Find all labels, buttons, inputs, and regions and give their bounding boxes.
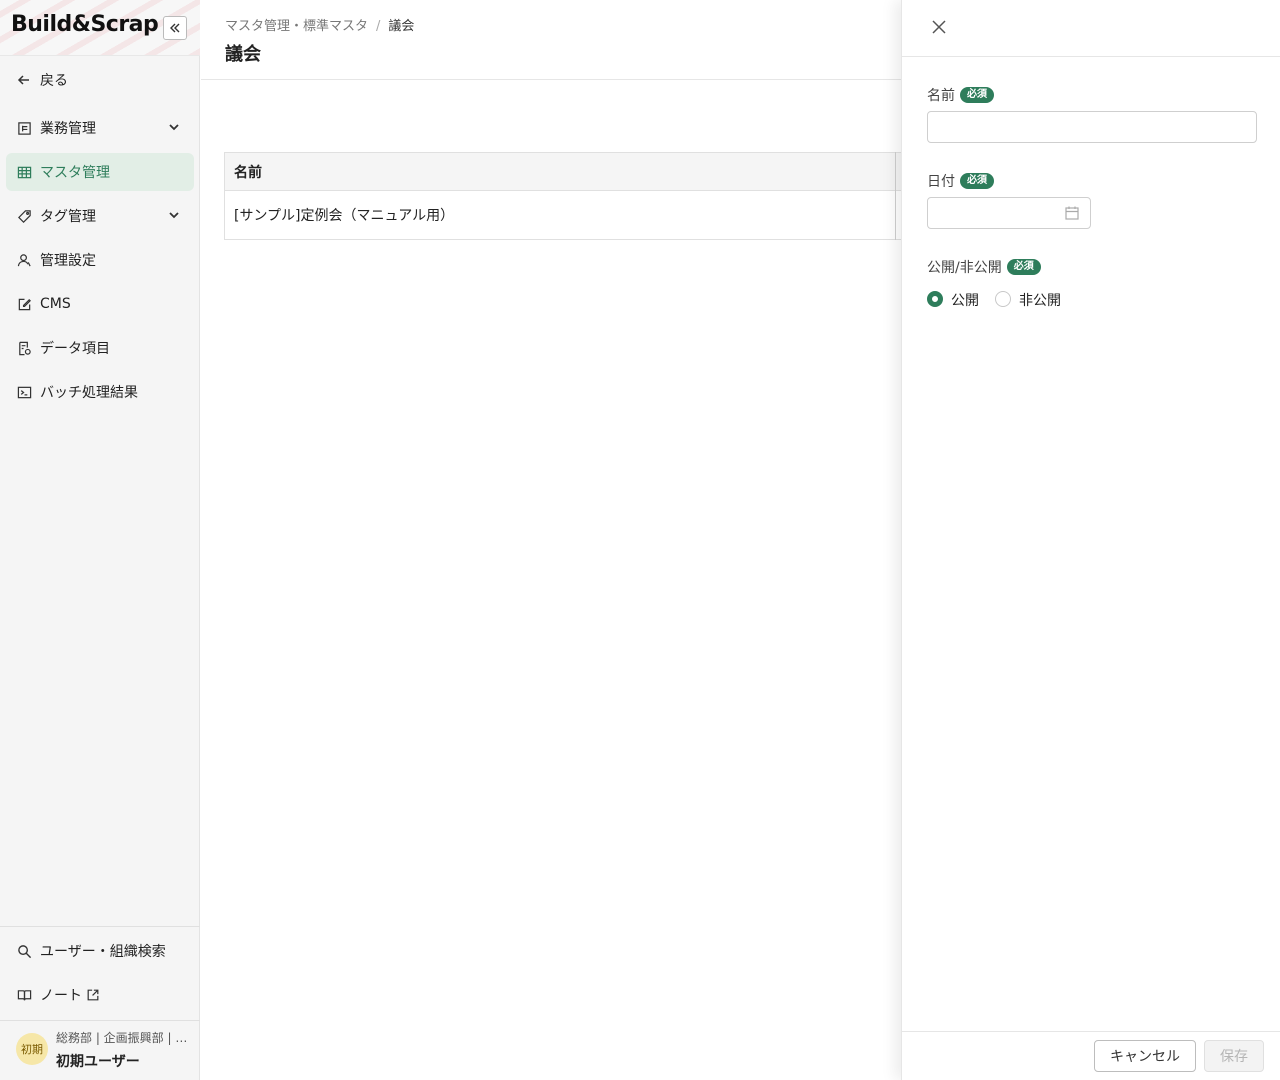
calendar-icon[interactable] (1064, 205, 1080, 221)
sidebar-item-data-items[interactable]: データ項目 (6, 329, 194, 367)
app-logo[interactable]: Build&Scrap (11, 12, 159, 37)
sidebar-item-user-search[interactable]: ユーザー・組織検索 (6, 932, 194, 970)
breadcrumb-item-current: 議会 (388, 19, 415, 34)
date-field-label: 日付 必須 (927, 171, 994, 191)
sidebar-item-notes[interactable]: ノート (6, 976, 194, 1014)
search-icon (16, 943, 32, 959)
sidebar-item-admin-settings[interactable]: 管理設定 (6, 241, 194, 279)
edit-drawer: 名前 必須 日付 必須 公開/非公開 必須 公開 非公開 (901, 0, 1280, 1080)
required-badge: 必須 (960, 173, 994, 189)
edit-icon (16, 296, 32, 312)
sidebar-item-batch-results[interactable]: バッチ処理結果 (6, 373, 194, 411)
sidebar-item-label: 業務管理 (40, 121, 96, 137)
visibility-label: 公開/非公開 (927, 260, 1002, 276)
sidebar-item-label: マスタ管理 (40, 165, 110, 181)
avatar[interactable]: 初期 (16, 1033, 48, 1065)
required-badge: 必須 (960, 87, 994, 103)
table-icon (16, 164, 32, 180)
column-divider (895, 152, 896, 240)
sidebar-item-master[interactable]: マスタ管理 (6, 153, 194, 191)
data-table: 名前 [サンプル]定例会（マニュアル用） (224, 152, 924, 240)
breadcrumb-item-master[interactable]: マスタ管理・標準マスタ (225, 19, 368, 34)
chevron-down-icon (169, 212, 179, 219)
double-chevron-left-icon (170, 23, 180, 33)
sidebar-item-label: ユーザー・組織検索 (40, 944, 166, 960)
sidebar-item-tag[interactable]: タグ管理 (6, 197, 194, 235)
sidebar-item-business[interactable]: 業務管理 (6, 109, 194, 147)
chevron-down-icon (169, 124, 179, 131)
breadcrumb: マスタ管理・標準マスタ / 議会 (225, 15, 414, 34)
radio-private-label[interactable]: 非公開 (1019, 290, 1061, 310)
sidebar-item-label: CMS (40, 296, 71, 312)
breadcrumb-separator: / (376, 19, 381, 34)
collapse-sidebar-button[interactable] (163, 16, 187, 40)
name-label: 名前 (927, 88, 955, 104)
task-icon (16, 120, 32, 136)
sidebar-item-cms[interactable]: CMS (6, 285, 194, 323)
page-header: マスタ管理・標準マスタ / 議会 議会 (201, 0, 901, 80)
table-row[interactable]: [サンプル]定例会（マニュアル用） (225, 191, 923, 239)
sidebar-item-label: タグ管理 (40, 209, 96, 225)
radio-private[interactable] (995, 291, 1011, 307)
close-button[interactable] (929, 17, 949, 37)
close-icon (932, 20, 946, 34)
name-input[interactable] (927, 111, 1257, 143)
arrow-left-icon (16, 72, 32, 88)
date-label: 日付 (927, 174, 955, 190)
sidebar: Build&Scrap 戻る 業務管理 マスタ管理 タグ管理 管理設定 CMS … (0, 0, 200, 1080)
page-title: 議会 (225, 44, 261, 65)
user-divider (0, 1020, 200, 1021)
radio-public[interactable] (927, 291, 943, 307)
book-icon (16, 987, 32, 1003)
sidebar-item-label: ノート (40, 988, 82, 1004)
sidebar-divider (0, 926, 200, 927)
sidebar-item-label: バッチ処理結果 (40, 385, 138, 401)
visibility-field-label: 公開/非公開 必須 (927, 257, 1041, 277)
back-label: 戻る (40, 73, 68, 89)
data-item-icon (16, 340, 32, 356)
tag-icon (16, 208, 32, 224)
logo-area: Build&Scrap (0, 0, 200, 56)
sidebar-item-label: データ項目 (40, 341, 110, 357)
user-name: 初期ユーザー (56, 1054, 140, 1070)
radio-public-label[interactable]: 公開 (951, 290, 979, 310)
user-settings-icon (16, 252, 32, 268)
required-badge: 必須 (1006, 259, 1041, 275)
terminal-icon (16, 384, 32, 400)
sidebar-item-label: 管理設定 (40, 253, 96, 269)
cancel-button[interactable]: キャンセル (1094, 1040, 1196, 1072)
back-button[interactable]: 戻る (6, 61, 194, 99)
user-organization: 総務部 | 企画振興部 | … (56, 1031, 188, 1045)
drawer-header (902, 0, 1280, 57)
table-header-name[interactable]: 名前 (225, 153, 923, 191)
name-field-label: 名前 必須 (927, 85, 994, 105)
external-link-icon (87, 989, 99, 1001)
save-button[interactable]: 保存 (1204, 1040, 1264, 1072)
